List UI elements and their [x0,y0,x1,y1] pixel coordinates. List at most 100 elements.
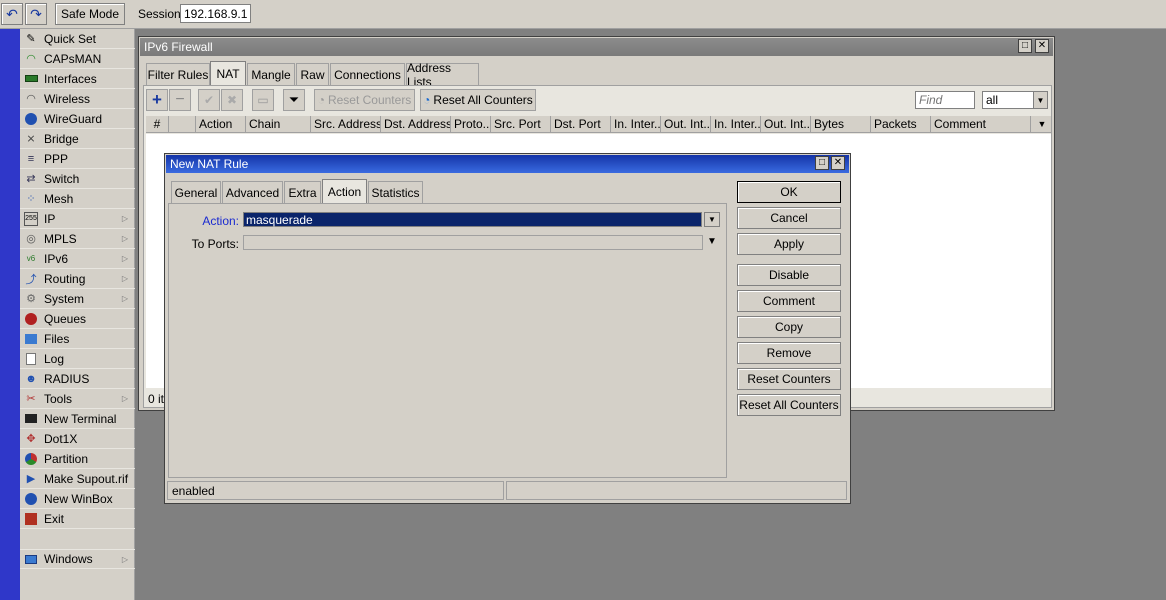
exit-icon [24,512,38,526]
cancel-button[interactable]: Cancel [737,207,841,229]
col-number[interactable]: # [146,116,169,132]
sidebar-item-windows[interactable]: Windows ▷ [20,549,135,569]
col-src-port[interactable]: Src. Port [491,116,551,132]
tab-statistics[interactable]: Statistics [368,181,423,203]
col-in-interface[interactable]: In. Inter... [611,116,661,132]
remove-rule-button[interactable]: Remove [737,342,841,364]
sidebar-item-dot1x[interactable]: ✥ Dot1X [20,429,135,449]
dialog-reset-counters-button[interactable]: Reset Counters [737,368,841,390]
sidebar-item-log[interactable]: Log [20,349,135,369]
sidebar-item-system[interactable]: ⚙ System ▷ [20,289,135,309]
sidebar-item-new-terminal[interactable]: New Terminal [20,409,135,429]
sidebar-item-make-supout[interactable]: ▶ Make Supout.rif [20,469,135,489]
tab-general[interactable]: General [171,181,221,203]
action-dropdown-button[interactable]: ▼ [704,212,720,227]
sidebar-item-capsman[interactable]: ◠ CAPsMAN [20,49,135,69]
col-comment[interactable]: Comment [931,116,1031,132]
col-dst-port[interactable]: Dst. Port [551,116,611,132]
sidebar-item-bridge[interactable]: ⨯ Bridge [20,129,135,149]
action-select[interactable]: masquerade [243,212,702,227]
sidebar-item-mesh[interactable]: ⁘ Mesh [20,189,135,209]
undo-button[interactable]: ↶ [1,3,23,25]
find-input[interactable] [915,91,975,109]
sidebar-item-wireless[interactable]: ◠ Wireless [20,89,135,109]
dialog-status-bar-secondary [506,481,847,500]
maximize-button[interactable]: □ [1018,39,1032,53]
tab-extra[interactable]: Extra [284,181,321,203]
reset-all-counters-button[interactable]: ◔ Reset All Counters [420,89,536,111]
tab-address-lists[interactable]: Address Lists [406,61,479,89]
reset-icon: ◔ [423,93,431,107]
col-bytes[interactable]: Bytes [811,116,871,132]
remove-button[interactable]: − [169,89,191,111]
col-dst-address[interactable]: Dst. Address [381,116,451,132]
copy-button[interactable]: Copy [737,316,841,338]
add-button[interactable]: + [146,89,168,111]
mesh-icon: ⁘ [26,193,36,205]
safe-mode-button[interactable]: Safe Mode [55,3,125,25]
comment-rule-button[interactable]: Comment [737,290,841,312]
column-menu-button[interactable]: ▼ [1033,116,1051,132]
disable-button[interactable]: ✖ [221,89,243,111]
dialog-titlebar[interactable]: New NAT Rule [166,155,849,173]
action-tab-panel: Action: masquerade ▼ To Ports: ▼ [168,203,727,478]
col-packets[interactable]: Packets [871,116,931,132]
col-in-interface-list[interactable]: In. Inter... [711,116,761,132]
tab-advanced[interactable]: Advanced [222,181,283,203]
comment-button[interactable]: ▭ [252,89,274,111]
sidebar-item-switch[interactable]: ⇄ Switch [20,169,135,189]
sidebar-item-interfaces[interactable]: Interfaces [20,69,135,89]
tab-mangle[interactable]: Mangle [247,63,295,85]
sidebar-item-tools[interactable]: ✂ Tools ▷ [20,389,135,409]
sidebar-item-routing[interactable]: ⤴ Routing ▷ [20,269,135,289]
tab-nat[interactable]: NAT [210,61,246,85]
sidebar-item-new-winbox[interactable]: New WinBox [20,489,135,509]
sidebar-item-quick-set[interactable]: ✎ Quick Set [20,29,135,49]
sidebar-item-ip[interactable]: 255 IP ▷ [20,209,135,229]
enable-button[interactable]: ✔ [198,89,220,111]
system-icon: ⚙ [26,293,36,305]
col-action[interactable]: Action [196,116,246,132]
to-ports-dropdown-icon[interactable]: ▼ [707,236,717,247]
dialog-close-button[interactable]: ✕ [831,156,845,170]
apply-button[interactable]: Apply [737,233,841,255]
tab-action[interactable]: Action [322,179,367,203]
col-src-address[interactable]: Src. Address [311,116,381,132]
reset-counters-button[interactable]: ◔ Reset Counters [314,89,415,111]
sidebar-item-ipv6[interactable]: v6 IPv6 ▷ [20,249,135,269]
sidebar-item-ppp[interactable]: ≡ PPP [20,149,135,169]
wireless-icon: ◠ [26,93,36,105]
plus-icon: + [152,90,162,109]
sidebar-item-wireguard[interactable]: WireGuard [20,109,135,129]
reset-icon: ◔ [317,93,325,107]
close-button[interactable]: ✕ [1035,39,1049,53]
sidebar-item-radius[interactable]: ☻ RADIUS [20,369,135,389]
col-flags[interactable] [169,116,196,132]
sidebar-item-partition[interactable]: Partition [20,449,135,469]
col-out-interface-list[interactable]: Out. Int... [761,116,811,132]
to-ports-input[interactable] [243,235,703,250]
tab-filter-rules[interactable]: Filter Rules [146,63,210,85]
ok-button[interactable]: OK [737,181,841,203]
sidebar-item-mpls[interactable]: ◎ MPLS ▷ [20,229,135,249]
sidebar-item-queues[interactable]: Queues [20,309,135,329]
sidebar-item-files[interactable]: Files [20,329,135,349]
dialog-reset-all-counters-button[interactable]: Reset All Counters [737,394,841,416]
filter-select[interactable]: all ▼ [982,91,1048,109]
redo-button[interactable]: ↷ [25,3,47,25]
tab-connections[interactable]: Connections [330,63,405,85]
sidebar-item-exit[interactable]: Exit [20,509,135,529]
redo-icon: ↷ [30,5,42,22]
col-out-interface[interactable]: Out. Int... [661,116,711,132]
ip-icon: 255 [24,211,38,226]
col-protocol[interactable]: Proto... [451,116,491,132]
tab-raw[interactable]: Raw [296,63,329,85]
firewall-titlebar[interactable]: IPv6 Firewall [140,38,1053,56]
col-chain[interactable]: Chain [246,116,311,132]
wireguard-icon [24,112,38,126]
queues-icon [24,312,38,326]
filter-button[interactable]: ⏷ [283,89,305,111]
disable-rule-button[interactable]: Disable [737,264,841,286]
dialog-maximize-button[interactable]: □ [815,156,829,170]
supout-icon: ▶ [26,473,36,485]
